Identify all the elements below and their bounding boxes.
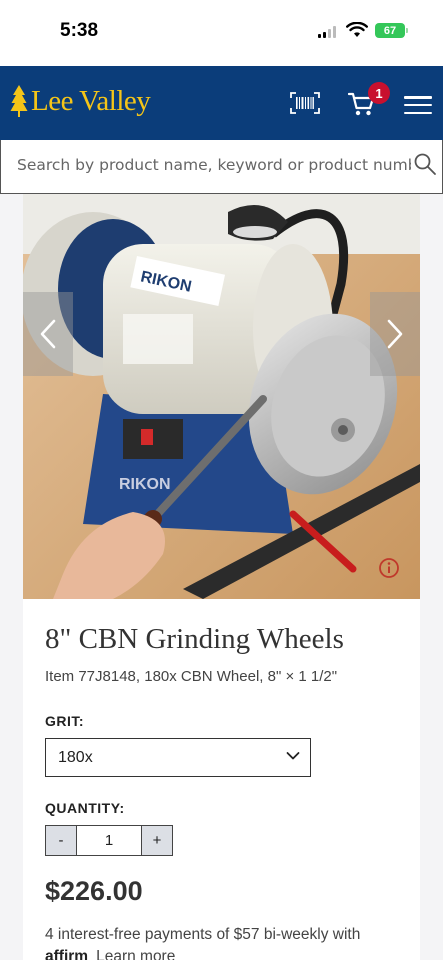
battery-icon: 67 [375, 23, 408, 38]
chevron-left-icon [40, 319, 56, 349]
status-time: 5:38 [60, 20, 99, 41]
product-title: 8" CBN Grinding Wheels [45, 623, 344, 655]
learn-more-link[interactable]: Learn more [96, 948, 175, 960]
info-icon[interactable] [378, 557, 400, 579]
affirm-logo: affirm [45, 948, 89, 960]
cart-count-badge: 1 [368, 82, 390, 104]
status-bar: 5:38 67 [0, 0, 443, 66]
grit-select[interactable]: 180x [45, 738, 311, 777]
search-input[interactable] [1, 140, 411, 190]
product-price: $226.00 [45, 876, 143, 906]
search-icon[interactable] [413, 152, 437, 176]
quantity-stepper: - 1 + [45, 825, 173, 856]
base-brand-text: RIKON [119, 476, 171, 493]
bench-grinder-illustration: RIKON RIKON [23, 194, 420, 599]
barcode-icon[interactable] [290, 92, 320, 114]
grit-label: GRIT: [45, 713, 85, 729]
chevron-down-icon [286, 752, 300, 760]
carousel-next-button[interactable] [370, 292, 420, 376]
item-number: Item 77J8148, 180x CBN Wheel, 8" × 1 1/2… [45, 668, 338, 685]
carousel-prev-button[interactable] [23, 292, 73, 376]
quantity-decrease-button[interactable]: - [46, 826, 77, 855]
menu-icon[interactable] [404, 96, 432, 114]
wifi-icon [346, 22, 368, 37]
grit-selected-value: 180x [58, 749, 93, 766]
quantity-increase-button[interactable]: + [141, 826, 172, 855]
search-bar [0, 140, 443, 194]
product-image[interactable]: RIKON RIKON [23, 194, 420, 599]
site-header: Lee Valley 1 [0, 66, 443, 140]
installments-text: 4 interest-free payments of $57 bi-weekl… [45, 926, 361, 943]
quantity-label: QUANTITY: [45, 800, 125, 816]
quantity-input[interactable]: 1 [77, 826, 141, 855]
affirm-row: affirm Learn more [45, 948, 175, 960]
tree-logo-icon [10, 85, 28, 117]
logo-text: Lee Valley [31, 84, 151, 117]
chevron-right-icon [387, 319, 403, 349]
lee-valley-logo[interactable]: Lee Valley [10, 84, 151, 118]
cellular-signal-icon [318, 26, 336, 38]
